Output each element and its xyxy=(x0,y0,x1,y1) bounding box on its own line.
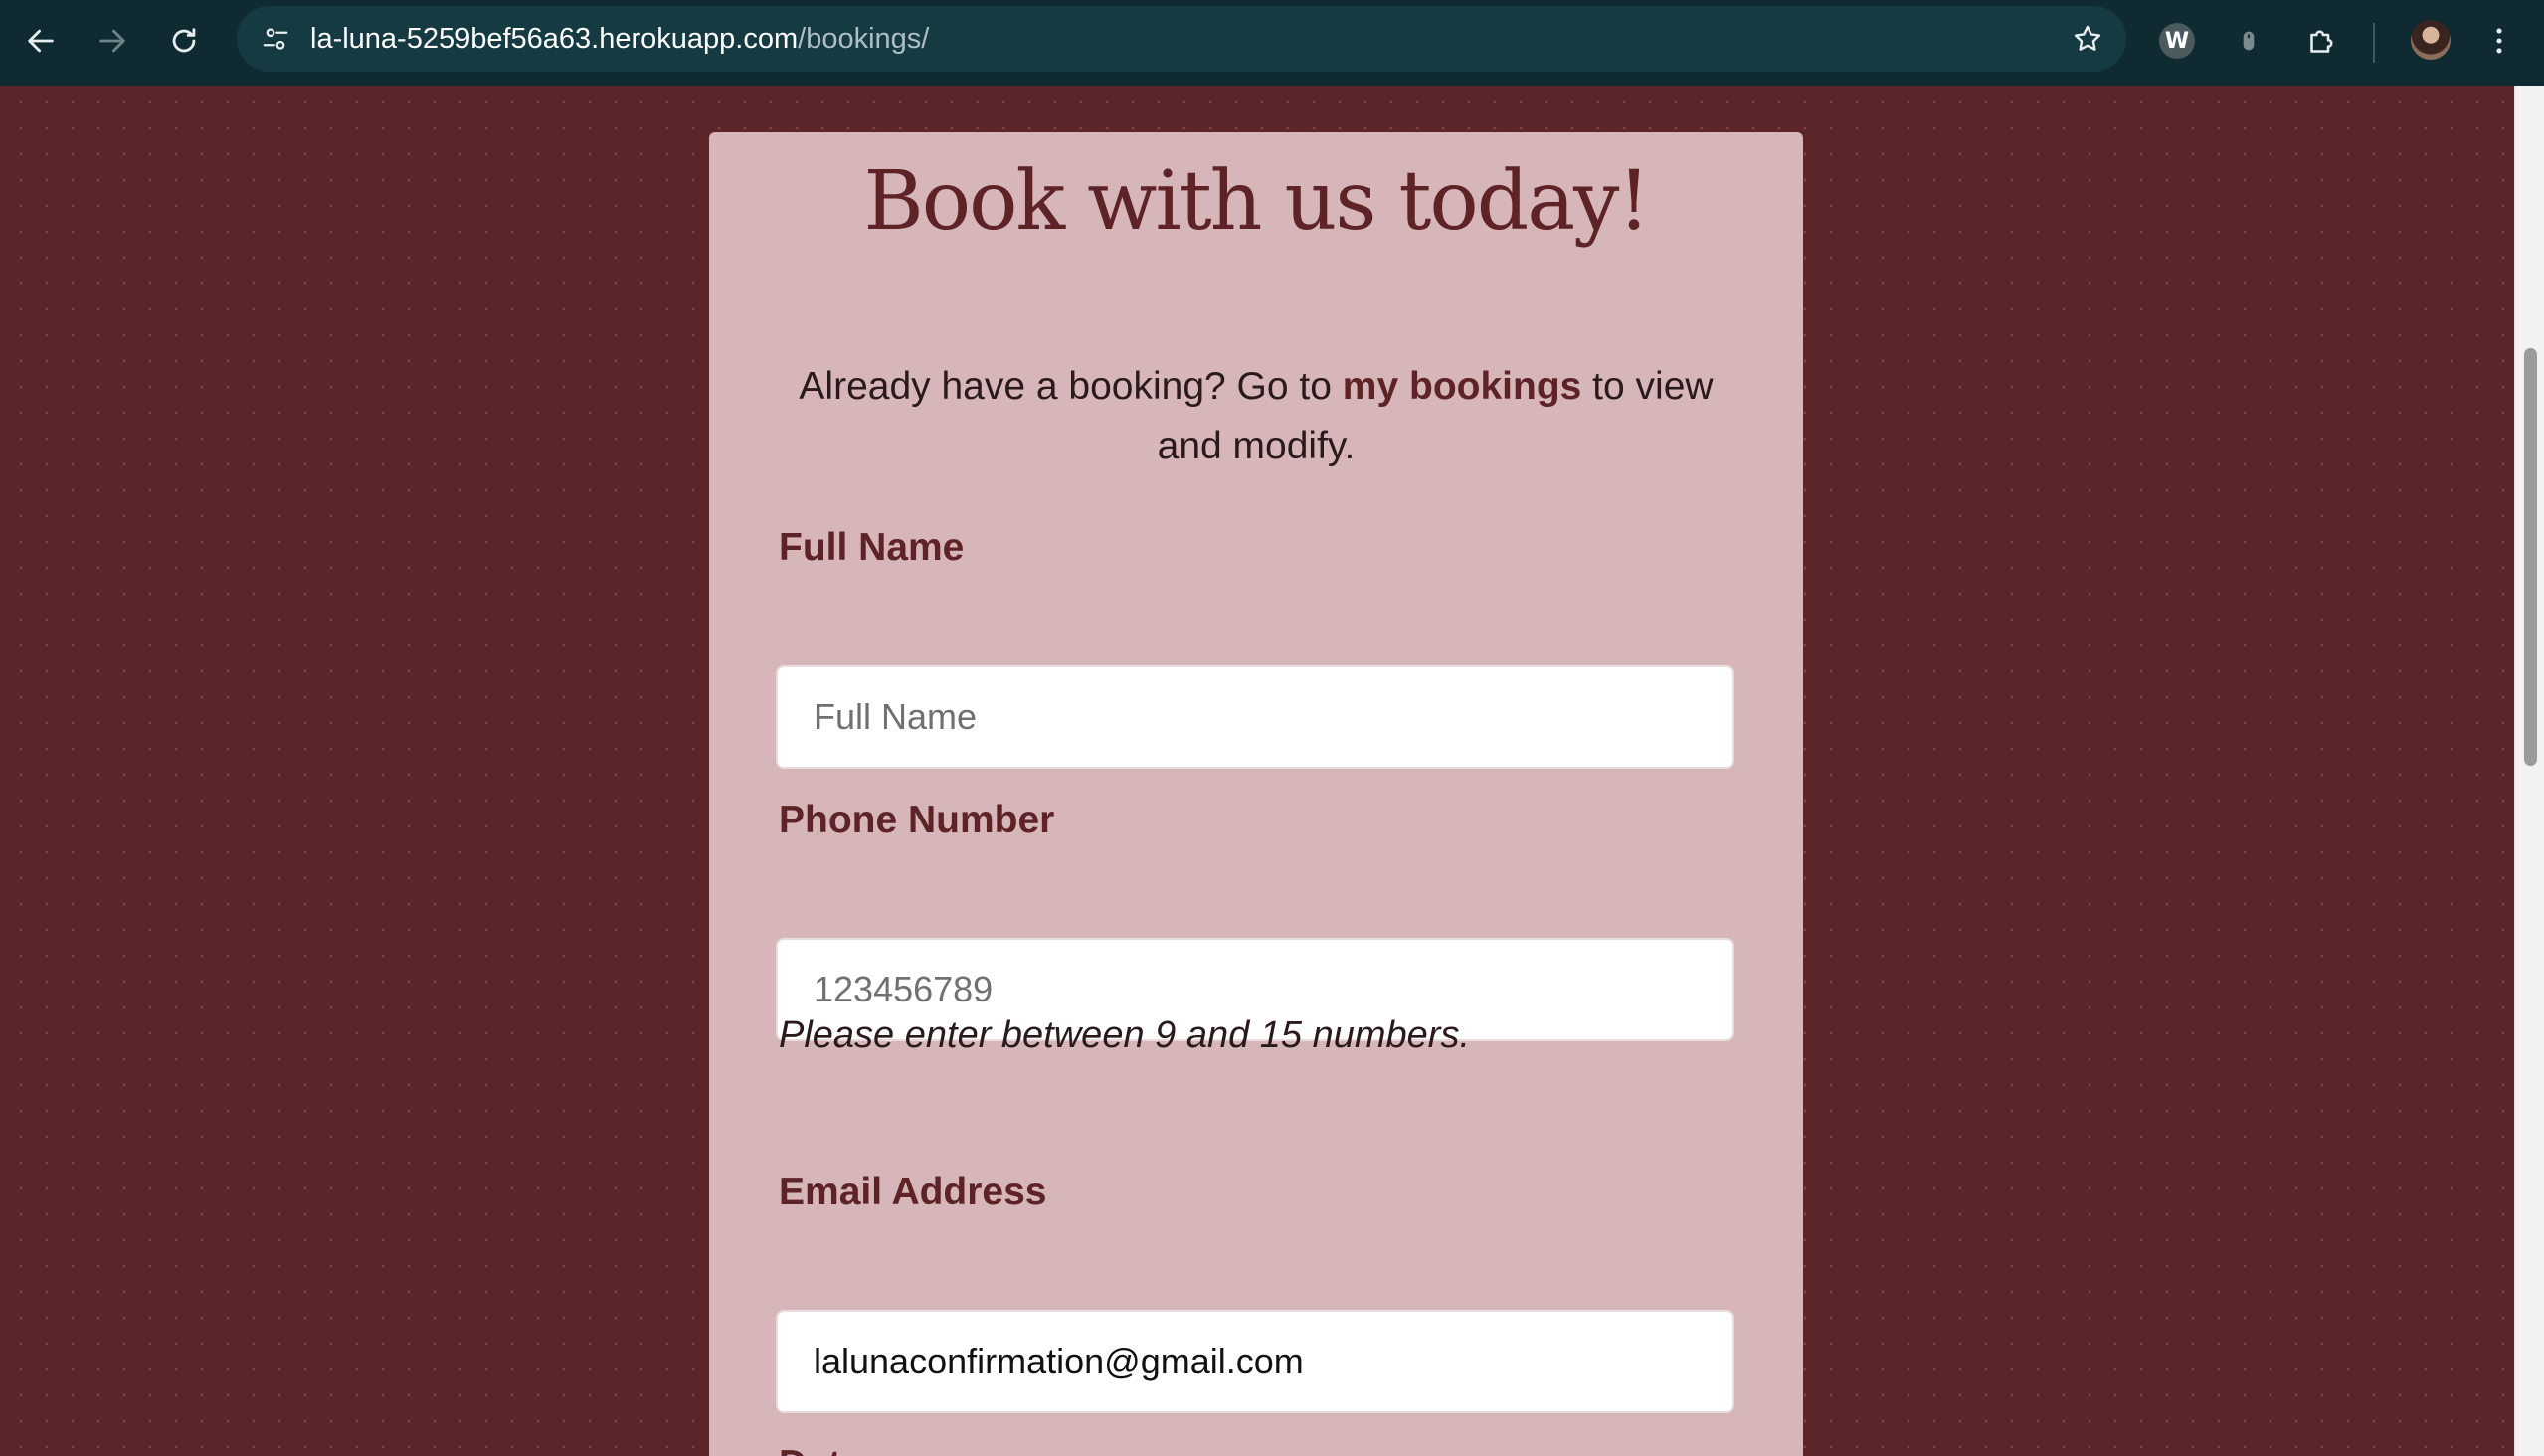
email-address-label: Email Address xyxy=(779,1171,1047,1213)
w-extension-button[interactable]: W xyxy=(2146,10,2208,72)
booking-intro: Already have a booking? Go to my booking… xyxy=(789,357,1724,476)
intro-text-before: Already have a booking? Go to xyxy=(799,365,1343,408)
reload-icon xyxy=(172,28,196,53)
arrow-right-icon xyxy=(99,29,125,53)
tune-icon xyxy=(263,28,288,50)
address-bar[interactable]: la-luna-5259bef56a63.herokuapp.com/booki… xyxy=(237,6,2126,72)
browser-menu-button[interactable] xyxy=(2468,10,2530,72)
my-bookings-link[interactable]: my bookings xyxy=(1343,365,1582,408)
w-extension-icon: W xyxy=(2159,23,2195,59)
bookmark-button[interactable] xyxy=(2063,14,2112,64)
full-name-label: Full Name xyxy=(779,526,965,569)
arrow-left-icon xyxy=(28,29,54,53)
phone-help-text: Please enter between 9 and 15 numbers. xyxy=(779,1014,1471,1056)
mouse-extension-button[interactable] xyxy=(2218,10,2279,72)
url-text[interactable]: la-luna-5259bef56a63.herokuapp.com/booki… xyxy=(310,6,929,72)
full-name-input[interactable] xyxy=(776,665,1734,769)
phone-number-label: Phone Number xyxy=(779,799,1055,841)
page-scrollbar[interactable] xyxy=(2514,86,2544,1456)
booking-card: Book with us today! Already have a booki… xyxy=(709,132,1803,1456)
reload-button[interactable] xyxy=(153,10,215,72)
kebab-menu-icon xyxy=(2496,28,2502,54)
page-viewport: Book with us today! Already have a booki… xyxy=(0,86,2514,1456)
url-host: la-luna-5259bef56a63.herokuapp.com xyxy=(310,23,799,55)
browser-toolbar: la-luna-5259bef56a63.herokuapp.com/booki… xyxy=(0,0,2544,86)
page-title: Book with us today! xyxy=(863,154,1651,249)
mouse-extension-icon xyxy=(2243,31,2255,51)
forward-button[interactable] xyxy=(82,10,143,72)
star-icon xyxy=(2074,25,2101,51)
date-label: Date xyxy=(779,1443,863,1456)
site-info-button[interactable] xyxy=(251,14,300,64)
profile-avatar[interactable] xyxy=(2411,20,2451,60)
extensions-button[interactable] xyxy=(2291,10,2353,72)
toolbar-divider xyxy=(2373,23,2375,63)
puzzle-extensions-icon xyxy=(2310,30,2333,53)
email-address-input[interactable] xyxy=(776,1310,1734,1413)
url-path: /bookings/ xyxy=(798,23,930,55)
back-button[interactable] xyxy=(10,10,72,72)
scrollbar-thumb[interactable] xyxy=(2524,348,2537,766)
